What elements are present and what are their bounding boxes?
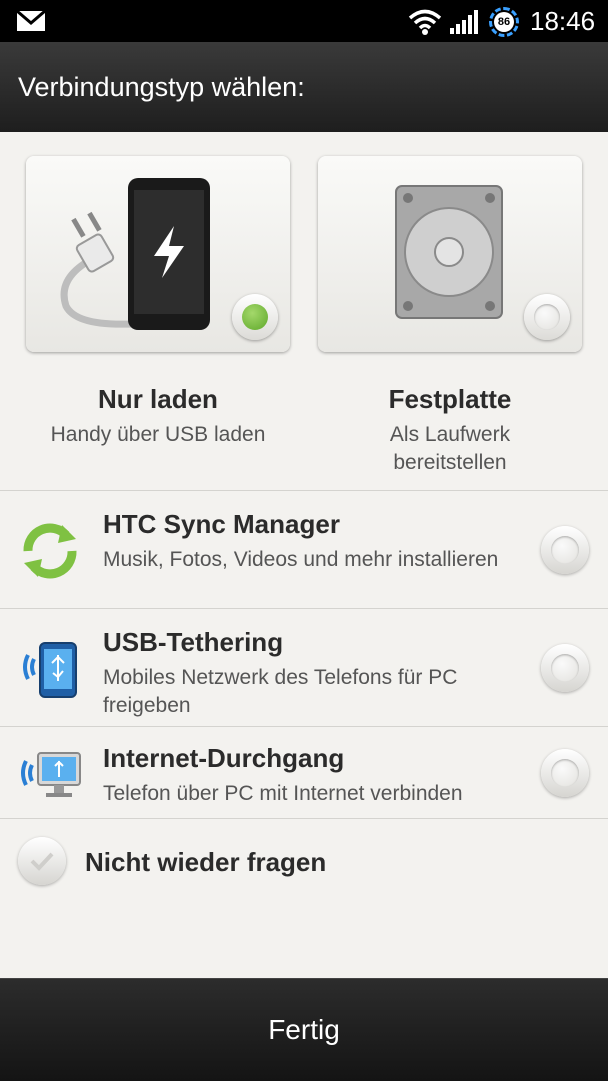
option-usb-tethering[interactable]: USB-Tethering Mobiles Netzwerk des Telef… (0, 608, 608, 727)
status-bar: 86 18:46 (0, 0, 608, 42)
disk-drive-label: Festplatte Als Laufwerk bereitstellen (300, 384, 600, 477)
disk-drive-subtitle: Als Laufwerk bereitstellen (389, 423, 511, 474)
internet-passthrough-icon (21, 752, 81, 797)
htc-sync-manager-radio[interactable] (541, 526, 589, 574)
battery-icon: 86 (489, 7, 519, 37)
wifi-icon (408, 9, 442, 35)
dialog-body: Nur laden Handy über USB laden Festplatt… (0, 132, 608, 978)
disk-drive-card[interactable] (318, 156, 582, 352)
dont-ask-again-label: Nicht wieder fragen (85, 847, 327, 877)
checkmark-icon (30, 852, 54, 871)
done-button[interactable]: Fertig (0, 979, 608, 1081)
battery-level: 86 (494, 12, 514, 32)
internet-passthrough-radio[interactable] (541, 749, 589, 797)
usb-tethering-icon (23, 642, 77, 698)
internet-passthrough-subtitle: Telefon über PC mit Internet verbinden (103, 782, 463, 805)
dialog-header: Verbindungstyp wählen: (0, 42, 608, 132)
footer-bar: Fertig (0, 978, 608, 1081)
clock: 18:46 (530, 6, 596, 36)
signal-icon (450, 10, 478, 34)
charge-only-radio[interactable] (232, 294, 278, 340)
radio-unselected-dot (551, 536, 579, 564)
charge-only-card[interactable] (26, 156, 290, 352)
charge-only-title: Nur laden (98, 384, 218, 414)
dialog-title: Verbindungstyp wählen: (18, 72, 305, 102)
usb-tethering-subtitle: Mobiles Netzwerk des Telefons für PC fre… (103, 666, 458, 717)
usb-tethering-title: USB-Tethering (103, 627, 284, 657)
option-htc-sync-manager[interactable]: HTC Sync Manager Musik, Fotos, Videos un… (0, 490, 608, 609)
radio-unselected-dot (551, 759, 579, 787)
usb-tethering-radio[interactable] (541, 644, 589, 692)
dont-ask-again-row[interactable]: Nicht wieder fragen (0, 818, 608, 899)
internet-passthrough-title: Internet-Durchgang (103, 743, 345, 773)
radio-unselected-dot (534, 304, 560, 330)
disk-drive-title: Festplatte (388, 384, 512, 414)
radio-selected-dot (242, 304, 268, 330)
sync-icon (23, 523, 77, 579)
charge-only-label: Nur laden Handy über USB laden (8, 384, 308, 449)
charge-only-subtitle: Handy über USB laden (50, 423, 266, 446)
htc-sync-manager-subtitle: Musik, Fotos, Videos und mehr installier… (103, 548, 499, 571)
option-internet-passthrough[interactable]: Internet-Durchgang Telefon über PC mit I… (0, 726, 608, 819)
disk-drive-radio[interactable] (524, 294, 570, 340)
htc-sync-manager-title: HTC Sync Manager (103, 509, 340, 539)
gmail-icon (16, 10, 46, 31)
radio-unselected-dot (551, 654, 579, 682)
dont-ask-again-checkbox[interactable] (18, 837, 66, 885)
